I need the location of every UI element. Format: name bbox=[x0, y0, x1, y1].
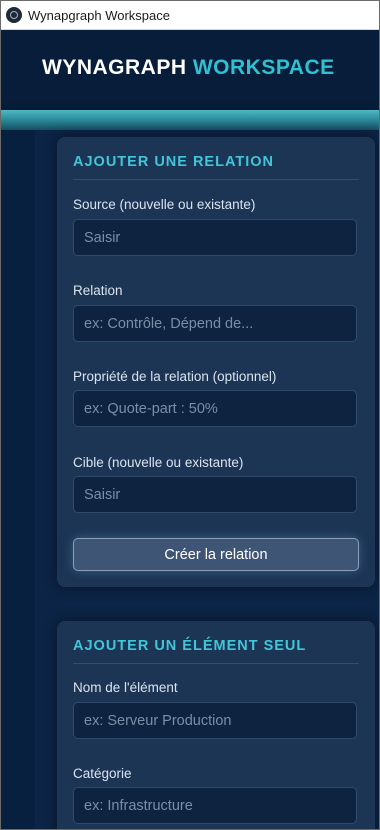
create-relation-button[interactable]: Créer la relation bbox=[73, 538, 359, 571]
category-input[interactable] bbox=[73, 787, 357, 824]
panel-divider bbox=[73, 663, 359, 664]
category-label: Catégorie bbox=[73, 766, 132, 781]
main-content: AJOUTER UNE RELATION Source (nouvelle ou… bbox=[1, 130, 379, 829]
add-element-panel: AJOUTER UN ÉLÉMENT SEUL Nom de l'élément… bbox=[57, 621, 375, 829]
brand-primary: WYNAGRAPH bbox=[42, 56, 187, 79]
app-header: WYNAGRAPH WORKSPACE bbox=[1, 30, 379, 112]
app-logo-icon bbox=[6, 7, 22, 23]
element-name-input[interactable] bbox=[73, 702, 357, 739]
relation-input[interactable] bbox=[73, 305, 357, 342]
add-relation-panel: AJOUTER UNE RELATION Source (nouvelle ou… bbox=[57, 137, 375, 587]
brand-secondary: WORKSPACE bbox=[192, 56, 335, 79]
property-label: Propriété de la relation (optionnel) bbox=[73, 369, 277, 384]
property-input[interactable] bbox=[73, 390, 357, 427]
relation-label: Relation bbox=[73, 283, 123, 298]
left-strip bbox=[1, 130, 35, 829]
app-window: Wynapgraph Workspace WYNAGRAPH WORKSPACE… bbox=[0, 0, 380, 830]
brand-title: WYNAGRAPH WORKSPACE bbox=[42, 56, 335, 80]
target-input[interactable] bbox=[73, 476, 357, 513]
add-relation-title: AJOUTER UNE RELATION bbox=[73, 154, 274, 170]
panel-divider bbox=[73, 179, 359, 180]
target-label: Cible (nouvelle ou existante) bbox=[73, 455, 244, 470]
header-accent-bar bbox=[1, 110, 379, 130]
window-title: Wynapgraph Workspace bbox=[28, 7, 170, 23]
title-bar: Wynapgraph Workspace bbox=[1, 1, 379, 30]
element-name-label: Nom de l'élément bbox=[73, 680, 178, 695]
add-element-title: AJOUTER UN ÉLÉMENT SEUL bbox=[73, 638, 307, 654]
source-input[interactable] bbox=[73, 219, 357, 256]
source-label: Source (nouvelle ou existante) bbox=[73, 197, 256, 212]
